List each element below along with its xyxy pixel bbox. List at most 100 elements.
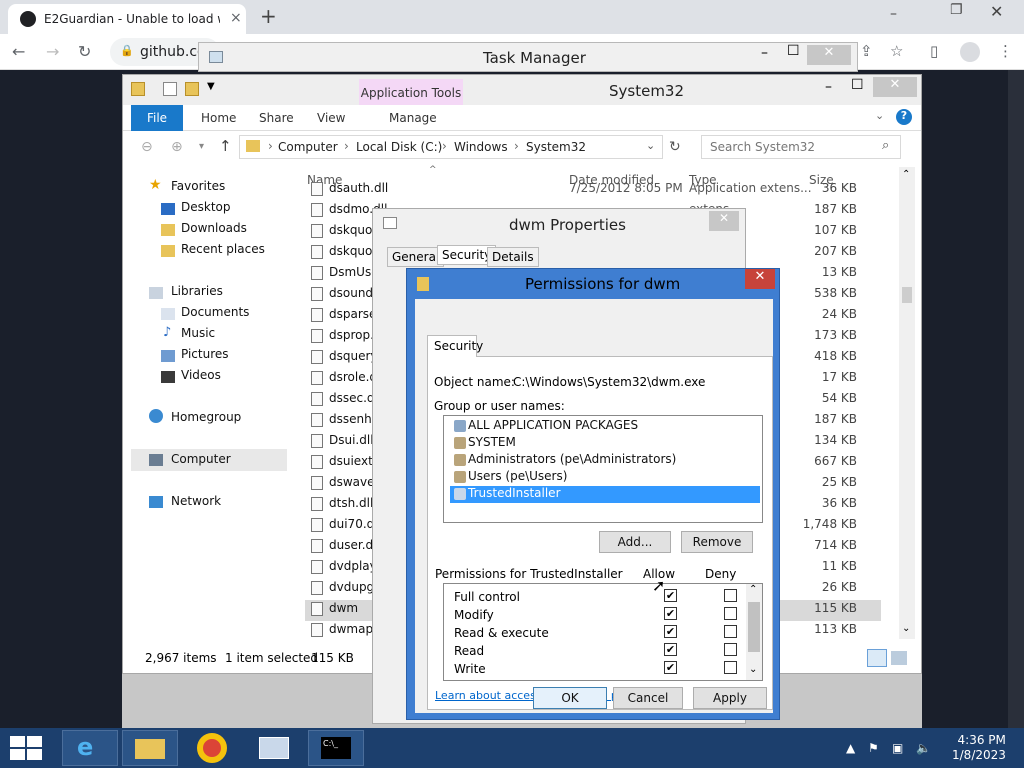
breadcrumb-windows[interactable]: Windows <box>454 140 508 154</box>
details-view-icon[interactable] <box>867 649 887 667</box>
cancel-button[interactable]: Cancel <box>613 687 683 709</box>
volume-icon[interactable]: 🔈 <box>916 741 931 755</box>
scroll-down-icon[interactable]: ⌄ <box>902 623 910 634</box>
bookmark-star-icon[interactable]: ☆ <box>890 42 903 60</box>
side-panel-icon[interactable]: ▯ <box>930 42 938 60</box>
search-icon[interactable]: ⌕ <box>882 138 889 153</box>
apply-button[interactable]: Apply <box>693 687 767 709</box>
properties-icon[interactable] <box>163 82 177 96</box>
scroll-down-icon[interactable]: ⌄ <box>749 664 757 675</box>
task-manager-minimize-button[interactable]: – <box>761 45 768 61</box>
file-explorer-icon[interactable] <box>122 730 178 766</box>
scroll-thumb[interactable] <box>748 602 760 652</box>
user-list[interactable]: ALL APPLICATION PACKAGES SYSTEM Administ… <box>443 415 763 523</box>
new-folder-icon[interactable] <box>185 82 199 96</box>
list-item[interactable]: Users (pe\Users) <box>450 469 760 486</box>
deny-checkbox[interactable] <box>724 643 737 656</box>
nav-recent-places[interactable]: Recent places <box>181 242 265 256</box>
ok-button[interactable]: OK <box>533 687 607 709</box>
scroll-thumb[interactable] <box>902 287 912 303</box>
search-box[interactable]: Search System32 ⌕ <box>701 135 901 159</box>
new-tab-button[interactable]: + <box>260 4 277 28</box>
refresh-icon[interactable]: ↻ <box>669 139 681 155</box>
address-breadcrumb[interactable]: › Computer › Local Disk (C:) › Windows ›… <box>239 135 663 159</box>
tab-view[interactable]: View <box>317 111 345 125</box>
chrome-icon[interactable] <box>184 730 240 766</box>
deny-checkbox[interactable] <box>724 625 737 638</box>
large-icons-view-icon[interactable] <box>891 651 907 665</box>
tab-close-icon[interactable]: × <box>230 10 242 26</box>
ribbon-expand-icon[interactable]: ⌄ <box>875 109 884 122</box>
nav-desktop[interactable]: Desktop <box>181 200 231 214</box>
back-arrow-icon[interactable]: ← <box>12 42 25 61</box>
tab-share[interactable]: Share <box>259 111 294 125</box>
up-arrow-icon[interactable]: ↑ <box>219 137 232 155</box>
back-icon[interactable]: ⊖ <box>141 139 153 155</box>
browser-close-button[interactable]: ✕ <box>990 2 1003 21</box>
table-row[interactable]: dsauth.dll 7/25/2012 8:05 PM Application e… <box>305 179 881 200</box>
tab-general[interactable]: General <box>387 247 445 267</box>
allow-checkbox[interactable]: ✔ <box>664 589 677 602</box>
nav-downloads[interactable]: Downloads <box>181 221 247 235</box>
allow-checkbox[interactable]: ✔ <box>664 625 677 638</box>
nav-computer[interactable]: Computer <box>171 452 231 466</box>
start-windows-icon[interactable] <box>10 736 42 760</box>
task-manager-close-button[interactable]: ✕ <box>807 45 851 65</box>
forward-icon[interactable]: ⊕ <box>171 139 183 155</box>
explorer-maximize-button[interactable]: ☐ <box>851 77 864 93</box>
nav-homegroup[interactable]: Homegroup <box>171 410 241 424</box>
cmd-icon[interactable]: C:\_ <box>308 730 364 766</box>
properties-close-button[interactable]: ✕ <box>709 211 739 231</box>
nav-documents[interactable]: Documents <box>181 305 249 319</box>
permission-scrollbar[interactable]: ⌃ ⌄ <box>746 584 762 680</box>
allow-checkbox[interactable]: ✔ <box>664 607 677 620</box>
help-icon[interactable]: ? <box>896 109 912 125</box>
browser-restore-button[interactable]: ❐ <box>950 2 963 18</box>
tab-file[interactable]: File <box>131 105 183 131</box>
address-dropdown-icon[interactable]: ⌄ <box>646 139 655 152</box>
recent-dropdown-icon[interactable]: ▾ <box>199 141 204 152</box>
list-item[interactable]: Administrators (pe\Administrators) <box>450 452 760 469</box>
nav-libraries[interactable]: Libraries <box>171 284 223 298</box>
task-manager-window[interactable]: Task Manager – ☐ ✕ <box>198 42 858 72</box>
explorer-minimize-button[interactable]: – <box>825 79 832 95</box>
deny-checkbox[interactable] <box>724 589 737 602</box>
allow-checkbox[interactable]: ✔ <box>664 643 677 656</box>
browser-minimize-button[interactable]: – <box>890 6 897 22</box>
remove-button[interactable]: Remove <box>681 531 753 553</box>
deny-checkbox[interactable] <box>724 607 737 620</box>
nav-network[interactable]: Network <box>171 494 221 508</box>
list-item-selected[interactable]: TrustedInstaller <box>450 486 760 503</box>
share-icon[interactable]: ⇪ <box>860 42 873 60</box>
deny-checkbox[interactable] <box>724 661 737 674</box>
show-hidden-icons[interactable]: ▲ <box>846 741 855 755</box>
internet-explorer-icon[interactable]: e <box>62 730 118 766</box>
network-tray-icon[interactable]: ▣ <box>892 741 903 755</box>
explorer-titlebar[interactable]: ▼ Application Tools System32 – ☐ ✕ <box>123 75 921 105</box>
explorer-close-button[interactable]: ✕ <box>873 77 917 97</box>
tab-manage[interactable]: Manage <box>389 111 437 125</box>
nav-music[interactable]: Music <box>181 326 215 340</box>
tab-details[interactable]: Details <box>487 247 539 267</box>
nav-favorites[interactable]: Favorites <box>171 179 225 193</box>
tab-home[interactable]: Home <box>201 111 236 125</box>
breadcrumb-system32[interactable]: System32 <box>526 140 586 154</box>
scroll-up-icon[interactable]: ⌃ <box>902 169 910 180</box>
quick-access-dropdown-icon[interactable]: ▼ <box>207 81 215 92</box>
nav-videos[interactable]: Videos <box>181 368 221 382</box>
task-manager-maximize-button[interactable]: ☐ <box>787 43 800 59</box>
scroll-up-icon[interactable]: ⌃ <box>749 584 757 595</box>
allow-checkbox[interactable]: ✔ <box>664 661 677 674</box>
forward-arrow-icon[interactable]: → <box>46 42 59 61</box>
tab-security[interactable]: Security <box>427 335 483 357</box>
clock[interactable]: 4:36 PM 1/8/2023 <box>952 733 1006 763</box>
list-item[interactable]: SYSTEM <box>450 435 760 452</box>
task-manager-taskbar-icon[interactable] <box>246 730 302 766</box>
menu-dots-icon[interactable]: ⋮ <box>998 42 1013 60</box>
action-center-flag-icon[interactable]: ⚑ <box>868 741 879 755</box>
list-item[interactable]: ALL APPLICATION PACKAGES <box>450 418 760 435</box>
breadcrumb-local-disk[interactable]: Local Disk (C:) <box>356 140 442 154</box>
permissions-close-button[interactable]: ✕ <box>745 269 775 289</box>
add-button[interactable]: Add... <box>599 531 671 553</box>
breadcrumb-computer[interactable]: Computer <box>278 140 338 154</box>
